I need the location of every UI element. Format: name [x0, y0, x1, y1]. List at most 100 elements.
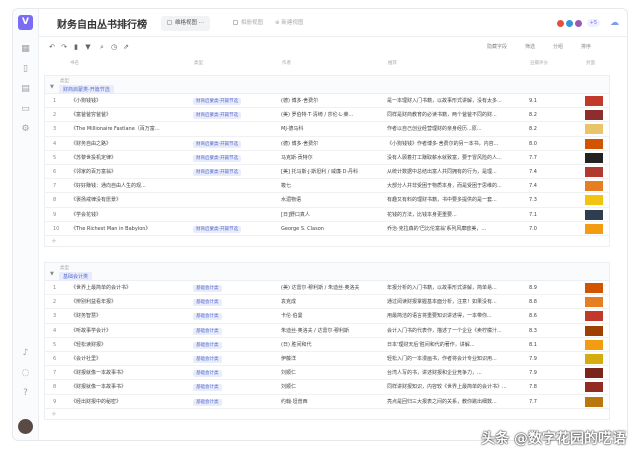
- book-name-cell[interactable]: 《听故事学会计》: [71, 324, 185, 338]
- table-row[interactable]: 1 《小狗钱钱》 财商启蒙类-开篇节选 (德) 博多·舍费尔 是一本理财入门书籍，以故事…: [45, 94, 609, 109]
- collaborator-count-badge[interactable]: +5: [586, 19, 600, 27]
- score-cell[interactable]: 7.1: [529, 208, 569, 222]
- type-cell[interactable]: 财商启蒙类-开篇节选: [193, 165, 273, 180]
- book-name-cell[interactable]: 《财报就像一本故事书》: [71, 380, 185, 394]
- table-row[interactable]: 9 《学会花钱》 [日]野口真人 花钱的方法，比钱本身更重要... 7.1: [45, 208, 609, 222]
- table-row[interactable]: 10 《The Richest Man in Babylon》 财商启蒙类-开篇节选…: [45, 222, 609, 236]
- score-cell[interactable]: 8.2: [529, 108, 569, 122]
- book-name-cell[interactable]: 《富爸爸穷爸爸》: [71, 108, 185, 122]
- bell-icon[interactable]: ♪: [19, 347, 32, 360]
- column-header-score[interactable]: 豆瓣评分: [530, 60, 548, 66]
- score-cell[interactable]: 7.4: [529, 179, 569, 193]
- column-header-cover[interactable]: 封面: [586, 60, 595, 66]
- cover-thumbnail[interactable]: [585, 396, 603, 407]
- type-cell[interactable]: 财商启蒙类-开篇节选: [193, 151, 273, 166]
- cover-thumbnail[interactable]: [585, 209, 603, 220]
- book-name-cell[interactable]: 《世界上最简单的会计书》: [71, 281, 185, 295]
- type-cell[interactable]: 财商启蒙类-开篇节选: [193, 94, 273, 109]
- book-name-cell[interactable]: 《The Millionaire Fastlane（百万富...: [71, 122, 185, 136]
- type-cell[interactable]: 基础会计类: [193, 295, 273, 310]
- summary-cell[interactable]: 《小狗钱钱》作者博多·舍费尔的另一本书，内容...: [387, 137, 521, 151]
- sort-button[interactable]: 排序: [581, 42, 591, 52]
- cover-thumbnail[interactable]: [585, 283, 603, 293]
- author-cell[interactable]: (日) 胜间和代: [281, 338, 379, 352]
- cover-thumbnail[interactable]: [585, 368, 603, 379]
- help-icon[interactable]: ?: [19, 387, 32, 400]
- summary-cell[interactable]: 亮点是回归三大报表之间的关系，教你跳出细数...: [387, 395, 521, 409]
- column-header-author[interactable]: 作者: [282, 60, 291, 66]
- search-icon[interactable]: ⌕: [97, 42, 107, 52]
- type-cell[interactable]: 基础会计类: [193, 338, 273, 353]
- book-name-cell[interactable]: 《邻家的百万富翁》: [71, 165, 185, 179]
- avatar[interactable]: [18, 419, 33, 434]
- author-cell[interactable]: 刘顺仁: [281, 380, 379, 394]
- cover-thumbnail[interactable]: [585, 353, 603, 364]
- type-cell[interactable]: 基础会计类: [193, 281, 273, 296]
- bulb-icon[interactable]: ◌: [19, 367, 32, 380]
- score-cell[interactable]: 8.0: [529, 137, 569, 151]
- column-header-summary[interactable]: 推荐: [388, 60, 397, 66]
- author-cell[interactable]: (德) 博多·舍费尔: [281, 137, 379, 151]
- column-header-type[interactable]: 类型: [194, 60, 203, 66]
- table-row[interactable]: 4 《财务自由之路》 财商启蒙类-开篇节选 (德) 博多·舍费尔 《小狗钱钱》作者博多·…: [45, 137, 609, 151]
- book-icon[interactable]: ▯: [19, 63, 32, 76]
- table-row[interactable]: 4 《听故事学会计》 基础会计类 朱迪丝·奥洛夫 / 达雷尔·穆利斯 会计入门书的代表作…: [45, 324, 609, 338]
- add-row-button[interactable]: +: [45, 409, 609, 419]
- app-logo[interactable]: V: [18, 15, 33, 30]
- summary-cell[interactable]: 没有人顾着打工赚取薪水就致富，要于冒风险的人...: [387, 151, 521, 165]
- score-cell[interactable]: 9.1: [529, 94, 569, 108]
- cover-thumbnail[interactable]: [585, 382, 603, 393]
- author-cell[interactable]: MJ·德马科: [281, 122, 379, 136]
- author-cell[interactable]: 伊藤洋: [281, 352, 379, 366]
- paint-icon[interactable]: ▼: [83, 42, 93, 52]
- book-name-cell[interactable]: 《会计社里》: [71, 352, 185, 366]
- group-header[interactable]: ▼ 类型 基础会计类: [45, 263, 609, 281]
- type-cell[interactable]: 基础会计类: [193, 352, 273, 367]
- cloud-icon[interactable]: ☁: [610, 18, 619, 28]
- book-name-cell[interactable]: 《The Richest Man in Babylon》: [71, 222, 185, 236]
- type-cell[interactable]: 财商启蒙类-开篇节选: [193, 108, 273, 123]
- author-cell[interactable]: 卡伦·伯曼: [281, 309, 379, 323]
- cover-thumbnail[interactable]: [585, 325, 603, 336]
- hidden-fields-button[interactable]: 隐藏字段: [487, 42, 507, 52]
- table-row[interactable]: 5 《苏黎世投机定律》 财商启蒙类-开篇节选 马克斯·贡特尔 没有人顾着打工赚取薪水就致…: [45, 151, 609, 165]
- summary-cell[interactable]: 是一本理财入门书籍，以故事形式讲解，没有太多...: [387, 94, 521, 108]
- folder-icon[interactable]: ▭: [19, 103, 32, 116]
- undo-icon[interactable]: ↶: [47, 42, 57, 52]
- delete-icon[interactable]: ▮: [71, 42, 81, 52]
- collaborator-avatar[interactable]: [555, 18, 565, 28]
- summary-cell[interactable]: 通过阅读财报掌握基本面分析，注意！如果没有...: [387, 295, 521, 309]
- score-cell[interactable]: 8.8: [529, 295, 569, 309]
- score-cell[interactable]: 7.4: [529, 165, 569, 179]
- table-row[interactable]: 6 《邻家的百万富翁》 财商启蒙类-开篇节选 [美] 托马斯·J·斯坦利 / 威廉·D…: [45, 165, 609, 180]
- summary-cell[interactable]: 大部分人并非受困于物质本身，而是受困于思维的...: [387, 179, 521, 193]
- book-name-cell[interactable]: 《财务智慧》: [71, 309, 185, 323]
- redo-icon[interactable]: ↷: [59, 42, 69, 52]
- grid-icon[interactable]: ▦: [19, 43, 32, 56]
- gear-icon[interactable]: ⚙: [19, 123, 32, 136]
- cover-thumbnail[interactable]: [585, 181, 603, 192]
- author-cell[interactable]: [日]野口真人: [281, 208, 379, 222]
- chevron-down-icon[interactable]: ▼: [50, 271, 54, 277]
- type-cell[interactable]: 基础会计类: [193, 395, 273, 410]
- history-icon[interactable]: ◷: [109, 42, 119, 52]
- summary-cell[interactable]: 有趣又有料的理财书籍，书中要多提供的是一套...: [387, 193, 521, 207]
- type-cell[interactable]: 基础会计类: [193, 380, 273, 395]
- cover-thumbnail[interactable]: [585, 124, 603, 135]
- score-cell[interactable]: 8.1: [529, 338, 569, 352]
- author-cell[interactable]: (德) 博多·舍费尔: [281, 94, 379, 108]
- table-row[interactable]: 3 《The Millionaire Fastlane（百万富... MJ·德马科作…: [45, 122, 609, 137]
- cover-thumbnail[interactable]: [585, 166, 603, 177]
- add-row-button[interactable]: +: [45, 236, 609, 246]
- collaborator-avatar[interactable]: [573, 18, 583, 28]
- book-name-cell[interactable]: 《经出财报中的秘密》: [71, 395, 185, 409]
- score-cell[interactable]: 7.9: [529, 352, 569, 366]
- tab-gallery-view[interactable]: 相册视图: [227, 16, 269, 31]
- table-row[interactable]: 8 《财报就像一本故事书》 基础会计类 刘顺仁 同样讲财报知识，内容较《世界上最简单的会…: [45, 380, 609, 395]
- summary-cell[interactable]: 用最简洁的语言将重要知识讲述得，一本带你...: [387, 309, 521, 323]
- type-cell[interactable]: 财商启蒙类-开篇节选: [193, 222, 273, 237]
- book-name-cell[interactable]: 《小狗钱钱》: [71, 94, 185, 108]
- score-cell[interactable]: 8.6: [529, 309, 569, 323]
- book-name-cell[interactable]: 《褒扬戒律没有愿景》: [71, 193, 185, 207]
- cover-thumbnail[interactable]: [585, 152, 603, 163]
